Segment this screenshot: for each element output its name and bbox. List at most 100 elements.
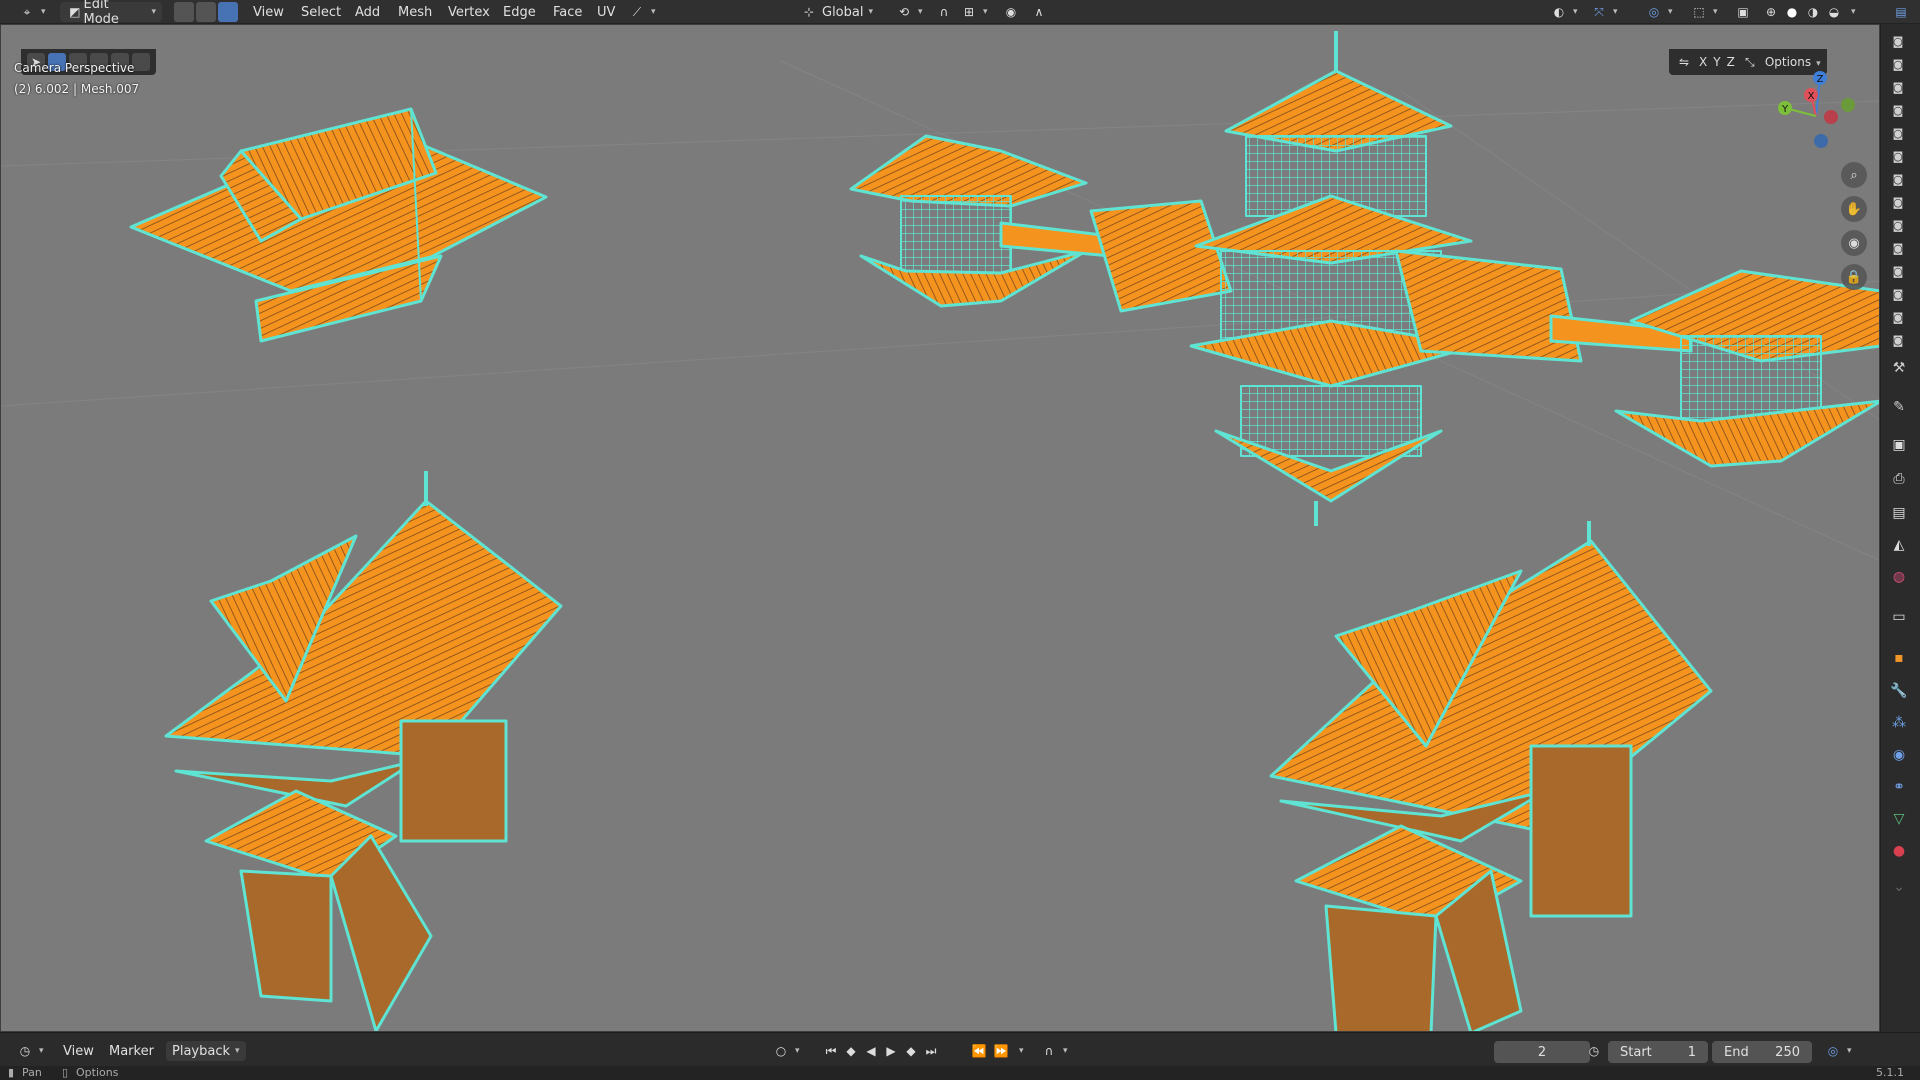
camera-icon[interactable]: ◙ xyxy=(1890,58,1906,72)
editor-type-dropdown[interactable]: ⌖ ▾ xyxy=(18,2,46,22)
pivot-icon: ⟲ xyxy=(898,5,910,19)
material-tab-icon[interactable]: ● xyxy=(1886,838,1912,864)
mode-dropdown[interactable]: ◩ Edit Mode ▾ xyxy=(60,0,162,27)
lock-view-button[interactable]: 🔒 xyxy=(1841,264,1867,290)
camera-view-button[interactable]: ◉ xyxy=(1841,230,1867,256)
world-tab-icon[interactable]: ◍ xyxy=(1886,564,1912,590)
solid-shading-icon: ● xyxy=(1786,5,1798,19)
viewport-editor-icon: ⌖ xyxy=(23,4,31,19)
camera-icon[interactable]: ◙ xyxy=(1890,35,1906,49)
snapping-dropdown[interactable]: ∩ ▾ xyxy=(1040,1041,1068,1061)
jump-end-icon[interactable]: ⏭ xyxy=(922,1042,940,1060)
navigation-gizmo[interactable]: Z X Y xyxy=(1771,61,1861,151)
preview-range-toggle[interactable]: ◷ xyxy=(1585,1041,1603,1061)
camera-icon[interactable]: ◙ xyxy=(1890,81,1906,95)
wireframe-shading-icon: ⊕ xyxy=(1765,5,1777,19)
falloff-icon: ∧ xyxy=(1034,5,1044,19)
data-tab-icon[interactable]: ▽ xyxy=(1886,806,1912,832)
menu-vertex[interactable]: Vertex xyxy=(448,2,490,22)
edge-select-button[interactable] xyxy=(196,2,216,22)
mirror-y[interactable]: Y xyxy=(1713,55,1720,69)
camera-icon[interactable]: ◙ xyxy=(1890,196,1906,210)
3d-viewport[interactable]: ➤ Camera Perspective (2) 6.002 | Mesh.00… xyxy=(0,24,1880,1032)
playback-dropdown[interactable]: Playback ▾ xyxy=(166,1041,246,1061)
modifier-tab-icon[interactable]: 🔧 xyxy=(1886,678,1912,704)
svg-text:X: X xyxy=(1808,91,1815,102)
timeline-overlay-dropdown[interactable]: ◎ ▾ xyxy=(1824,1041,1852,1061)
falloff-dropdown[interactable]: ∧ xyxy=(1030,2,1048,22)
next-keyframe-icon[interactable]: ◆ xyxy=(902,1042,920,1060)
camera-icon[interactable]: ◙ xyxy=(1890,150,1906,164)
shading-material[interactable]: ◑ xyxy=(1804,2,1822,22)
collection-tab-icon[interactable]: ▭ xyxy=(1886,604,1912,630)
mirror-x[interactable]: X xyxy=(1699,55,1707,69)
mesh-edit-overlays[interactable]: ⬚ ▾ xyxy=(1690,2,1717,22)
timeline-editor-type[interactable]: ◷ ▾ xyxy=(16,1041,44,1061)
constraints-tab-icon[interactable]: ⚭ xyxy=(1886,774,1912,800)
auto-keying-toggle[interactable]: ○ ▾ xyxy=(772,1041,800,1061)
next-key-icon[interactable]: ⏩ xyxy=(992,1042,1010,1060)
shading-dropdown[interactable]: ▾ xyxy=(1846,2,1856,22)
overlays-toggle[interactable]: ◎ ▾ xyxy=(1645,2,1673,22)
jump-start-icon[interactable]: ⏮ xyxy=(822,1042,840,1060)
particles-tab-icon[interactable]: ⁂ xyxy=(1886,710,1912,736)
camera-icon[interactable]: ◙ xyxy=(1890,265,1906,279)
gizmo-toggle[interactable]: ⤧ ▾ xyxy=(1590,2,1617,22)
mesh-overlay-icon: ⬚ xyxy=(1693,5,1705,19)
current-frame-field[interactable]: 2 xyxy=(1494,1041,1590,1063)
shading-rendered[interactable]: ◒ xyxy=(1825,2,1843,22)
render-tab-icon[interactable]: ▣ xyxy=(1886,432,1912,458)
properties-editor-type[interactable]: ▤ xyxy=(1892,2,1910,22)
menu-add[interactable]: Add xyxy=(355,2,380,22)
menu-edge[interactable]: Edge xyxy=(503,2,536,22)
timeline-menu-view[interactable]: View xyxy=(63,1041,94,1061)
menu-select[interactable]: Select xyxy=(301,2,341,22)
mirror-z[interactable]: Z xyxy=(1727,55,1735,69)
tool-settings-tab-icon[interactable]: ⚒ xyxy=(1886,355,1912,381)
proportional-edit-toggle[interactable]: ◉ xyxy=(1002,2,1020,22)
snap-toggle[interactable]: ∩ xyxy=(935,2,953,22)
prev-keyframe-icon[interactable]: ◆ xyxy=(842,1042,860,1060)
start-frame-field[interactable]: Start 1 xyxy=(1608,1041,1708,1063)
camera-icon[interactable]: ◙ xyxy=(1890,219,1906,233)
camera-icon[interactable]: ◙ xyxy=(1890,242,1906,256)
menu-mesh[interactable]: Mesh xyxy=(398,2,432,22)
menu-face[interactable]: Face xyxy=(553,2,582,22)
scene-tab-icon[interactable]: ◭ xyxy=(1886,532,1912,558)
menu-view[interactable]: View xyxy=(253,2,284,22)
camera-icon[interactable]: ◙ xyxy=(1890,311,1906,325)
prev-key-icon[interactable]: ⏪ xyxy=(970,1042,988,1060)
transform-orientation-dropdown[interactable]: ⊹ Global ▾ xyxy=(800,2,873,22)
camera-icon[interactable]: ◙ xyxy=(1890,127,1906,141)
view-layer-tab-icon[interactable]: ▤ xyxy=(1886,500,1912,526)
vertex-select-button[interactable] xyxy=(174,2,194,22)
shading-wireframe[interactable]: ⊕ xyxy=(1762,2,1780,22)
camera-icon[interactable]: ◙ xyxy=(1890,334,1906,348)
output-tab-icon[interactable]: ⎙ xyxy=(1886,466,1912,492)
visibility-dropdown[interactable]: ◐ ▾ xyxy=(1550,2,1578,22)
pivot-point-dropdown[interactable]: ⟲ ▾ xyxy=(895,2,923,22)
tool-tab-icon[interactable]: ✎ xyxy=(1886,394,1912,420)
camera-icon[interactable]: ◙ xyxy=(1890,104,1906,118)
physics-tab-icon[interactable]: ◉ xyxy=(1886,742,1912,768)
select-mode-intersect[interactable] xyxy=(132,53,150,71)
shading-solid[interactable]: ● xyxy=(1783,2,1801,22)
face-select-button[interactable] xyxy=(218,2,238,22)
timeline-menu-marker[interactable]: Marker xyxy=(109,1041,154,1061)
snap-target-dropdown[interactable]: ⊞ ▾ xyxy=(960,2,988,22)
xray-toggle[interactable]: ▣ xyxy=(1734,2,1752,22)
pan-button[interactable]: ✋ xyxy=(1841,196,1867,222)
end-frame-field[interactable]: End 250 xyxy=(1712,1041,1812,1063)
hand-icon: ✋ xyxy=(1845,201,1863,217)
object-tab-icon[interactable]: ▪ xyxy=(1886,645,1912,671)
auto-merge-icon[interactable]: ⤡ xyxy=(1741,53,1759,71)
uv-sync-dropdown[interactable]: ⟋ ▾ xyxy=(628,2,656,22)
camera-icon[interactable]: ◙ xyxy=(1890,288,1906,302)
play-reverse-icon[interactable]: ◀ xyxy=(862,1042,880,1060)
menu-uv[interactable]: UV xyxy=(597,2,615,22)
zoom-button[interactable]: ⌕ xyxy=(1841,162,1867,188)
more-tabs-icon[interactable]: ⌄ xyxy=(1886,874,1912,900)
play-icon[interactable]: ▶ xyxy=(882,1042,900,1060)
camera-icon[interactable]: ◙ xyxy=(1890,173,1906,187)
playback-controls: ⏮ ◆ ◀ ▶ ◆ ⏭ xyxy=(822,1041,940,1061)
